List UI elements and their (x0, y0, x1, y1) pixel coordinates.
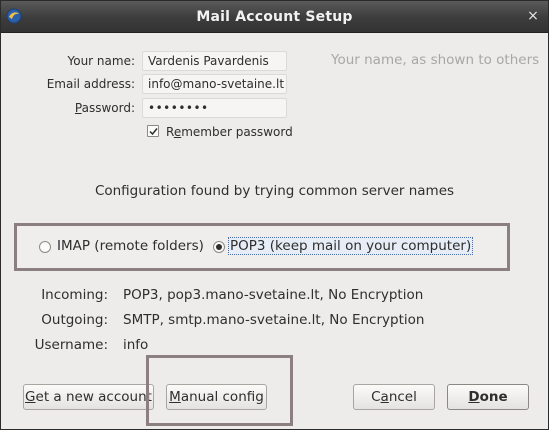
name-label: Your name: (67, 54, 135, 68)
password-field[interactable]: •••••••• (142, 98, 287, 118)
remember-access-key: e (173, 125, 182, 139)
cancel-button[interactable]: Cancel (353, 384, 435, 410)
remember-password-checkbox[interactable] (147, 125, 159, 137)
email-field[interactable]: info@mano-svetaine.lt (142, 74, 287, 94)
name-hint: Your name, as shown to others (331, 52, 540, 68)
pop3-label[interactable]: POP3 (keep mail on your computer) (228, 237, 474, 255)
incoming-label: Incoming: (41, 287, 108, 303)
radio-selected-dot (216, 244, 222, 250)
outgoing-label: Outgoing: (41, 312, 108, 328)
remember-password-label[interactable]: Remember password (166, 125, 293, 139)
checkmark-icon (149, 128, 158, 136)
imap-label[interactable]: IMAP (remote folders) (57, 238, 204, 254)
dialog-content: Your name: Vardenis Pavardenis Your name… (1, 33, 548, 429)
done-button[interactable]: Done (447, 384, 529, 410)
window-title: Mail Account Setup (196, 9, 353, 25)
get-new-account-button[interactable]: Get a new account (23, 384, 154, 410)
username-value: info (123, 337, 149, 353)
email-label: Email address: (46, 77, 135, 91)
username-label: Username: (34, 337, 108, 353)
password-label: Password: (74, 101, 135, 115)
incoming-value: POP3, pop3.mano-svetaine.lt, No Encrypti… (123, 287, 424, 303)
mail-account-setup-window: Mail Account Setup × Your name: Vardenis… (0, 0, 549, 430)
password-label-access: P (74, 101, 82, 115)
outgoing-value: SMTP, smtp.mano-svetaine.lt, No Encrypti… (123, 312, 425, 328)
name-field[interactable]: Vardenis Pavardenis (142, 51, 287, 71)
title-bar[interactable]: Mail Account Setup × (1, 1, 548, 33)
imap-radio[interactable] (39, 241, 51, 253)
manual-config-button[interactable]: Manual config (166, 384, 267, 410)
close-icon[interactable]: × (526, 9, 540, 23)
configuration-status: Configuration found by trying common ser… (94, 183, 455, 199)
protocol-selector: IMAP (remote folders) POP3 (keep mail on… (14, 223, 510, 271)
pop3-radio[interactable] (213, 241, 225, 253)
